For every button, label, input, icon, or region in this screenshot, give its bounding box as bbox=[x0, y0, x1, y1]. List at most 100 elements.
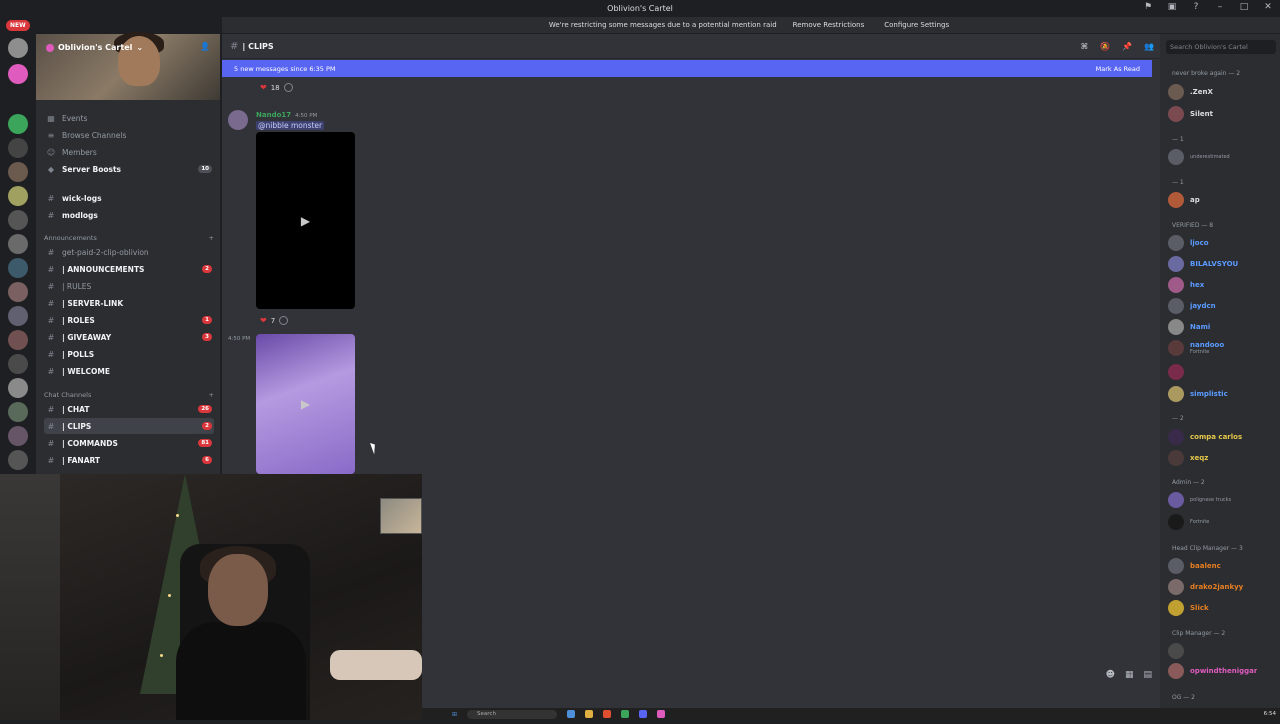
member-item[interactable]: ljoco bbox=[1168, 233, 1278, 253]
channel-rules[interactable]: # | RULES bbox=[44, 278, 214, 294]
server-icon[interactable] bbox=[8, 162, 28, 182]
member-item[interactable]: ap bbox=[1168, 190, 1278, 210]
browser-icon[interactable] bbox=[603, 710, 612, 718]
server-icon[interactable] bbox=[8, 258, 28, 278]
message-author[interactable]: Nando17 4:50 PM bbox=[256, 111, 317, 119]
channel-modlogs[interactable]: # modlogs bbox=[44, 207, 214, 223]
screen-icon[interactable]: ▣ bbox=[1166, 2, 1178, 12]
user-mention[interactable]: @nibble monster bbox=[256, 121, 325, 130]
events-item[interactable]: ▦ Events bbox=[44, 110, 214, 126]
channel-wick-logs[interactable]: # wick-logs bbox=[44, 190, 214, 206]
start-icon[interactable]: ⊞ bbox=[452, 711, 457, 718]
server-icon[interactable] bbox=[8, 64, 28, 84]
maximize-icon[interactable]: □ bbox=[1238, 2, 1250, 12]
video-attachment[interactable]: ▶ bbox=[256, 334, 355, 474]
member-item[interactable]: Nami bbox=[1168, 317, 1278, 337]
server-icon[interactable] bbox=[8, 138, 28, 158]
add-reaction-icon[interactable] bbox=[279, 316, 289, 325]
search-input[interactable]: Search Oblivion's Cartel bbox=[1166, 40, 1276, 54]
play-icon[interactable]: ▶ bbox=[301, 214, 310, 228]
channel-chat[interactable]: # | CHAT 26 bbox=[44, 401, 214, 417]
minimize-icon[interactable]: – bbox=[1214, 2, 1226, 12]
gif-icon[interactable]: ▦ bbox=[1125, 670, 1134, 680]
member-item[interactable]: Slick bbox=[1168, 598, 1278, 618]
member-list-icon[interactable]: 👥 bbox=[1144, 42, 1154, 51]
member-item[interactable]: hex bbox=[1168, 275, 1278, 295]
server-icon[interactable] bbox=[8, 282, 28, 302]
member-item[interactable]: xeqz bbox=[1168, 448, 1278, 468]
member-item[interactable] bbox=[1168, 641, 1278, 661]
member-item[interactable]: baalenc bbox=[1168, 556, 1278, 576]
member-item[interactable]: polignese trucks bbox=[1168, 490, 1278, 510]
channel-roles[interactable]: # | ROLES 1 bbox=[44, 312, 214, 328]
server-icon[interactable] bbox=[8, 114, 28, 134]
member-item[interactable]: jaydcn bbox=[1168, 296, 1278, 316]
server-icon[interactable] bbox=[8, 378, 28, 398]
member-item[interactable]: compa carlos bbox=[1168, 427, 1278, 447]
help-icon[interactable]: ? bbox=[1190, 2, 1202, 12]
mute-icon[interactable]: 🔕 bbox=[1100, 42, 1110, 51]
channel-clips[interactable]: # | CLIPS 2 bbox=[44, 418, 214, 434]
add-channel-icon[interactable]: + bbox=[209, 391, 214, 399]
channel-get-paid[interactable]: # get-paid-2-clip-oblivion bbox=[44, 244, 214, 260]
discord-icon[interactable] bbox=[639, 710, 648, 718]
threads-icon[interactable]: ⌘ bbox=[1081, 42, 1088, 51]
invite-icon[interactable]: 👤 bbox=[200, 42, 210, 51]
server-icon[interactable] bbox=[8, 210, 28, 230]
member-item[interactable]: Fortnite bbox=[1168, 512, 1278, 532]
app-icon[interactable] bbox=[567, 710, 576, 718]
server-icon[interactable] bbox=[8, 450, 28, 470]
new-messages-bar[interactable]: 5 new messages since 6:35 PM Mark As Rea… bbox=[222, 60, 1152, 77]
add-channel-icon[interactable]: + bbox=[209, 234, 214, 242]
server-icon[interactable] bbox=[8, 186, 28, 206]
avatar[interactable] bbox=[228, 110, 248, 130]
play-icon[interactable]: ▶ bbox=[301, 397, 310, 411]
member-item[interactable]: .ZenX bbox=[1168, 82, 1278, 102]
mark-as-read-button[interactable]: Mark As Read bbox=[1096, 65, 1140, 73]
server-icon[interactable] bbox=[8, 234, 28, 254]
spotify-icon[interactable] bbox=[621, 710, 630, 718]
category-announcements[interactable]: Announcements + bbox=[44, 234, 214, 242]
channel-welcome[interactable]: # | WELCOME bbox=[44, 363, 214, 379]
gift-icon[interactable]: ☻ bbox=[1106, 670, 1115, 680]
server-icon[interactable] bbox=[8, 426, 28, 446]
reaction[interactable]: ❤ 18 bbox=[260, 83, 293, 92]
server-icon[interactable] bbox=[8, 38, 28, 58]
channel-announcements[interactable]: # | ANNOUNCEMENTS 2 bbox=[44, 261, 214, 277]
taskbar-search[interactable]: Search bbox=[467, 709, 558, 719]
member-item[interactable]: BILALVSYOU bbox=[1168, 254, 1278, 274]
video-attachment[interactable]: ▶ bbox=[256, 132, 355, 309]
channel-fanart[interactable]: # | FANART 6 bbox=[44, 452, 214, 468]
browse-channels-item[interactable]: ≡ Browse Channels bbox=[44, 127, 214, 143]
emoji-icon[interactable]: ▤ bbox=[1143, 670, 1152, 680]
category-chat[interactable]: Chat Channels + bbox=[44, 391, 214, 399]
member-item[interactable]: simplistic bbox=[1168, 384, 1278, 404]
server-icon[interactable] bbox=[8, 306, 28, 326]
remove-restrictions-button[interactable]: Remove Restrictions bbox=[789, 20, 869, 30]
channel-giveaway[interactable]: # | GIVEAWAY 3 bbox=[44, 329, 214, 345]
member-item[interactable]: opwindtheniggar bbox=[1168, 661, 1278, 681]
inbox-icon[interactable]: ⚑ bbox=[1142, 2, 1154, 12]
reaction[interactable]: ❤ 7 bbox=[260, 316, 289, 325]
member-item[interactable] bbox=[1168, 362, 1278, 382]
member-item[interactable]: nandooo Fortnite bbox=[1168, 338, 1278, 358]
new-badge[interactable]: NEW bbox=[6, 20, 30, 31]
members-item[interactable]: ☺ Members bbox=[44, 144, 214, 160]
channel-polls[interactable]: # | POLLS bbox=[44, 346, 214, 362]
configure-settings-button[interactable]: Configure Settings bbox=[880, 20, 953, 30]
channel-server-link[interactable]: # | SERVER-LINK bbox=[44, 295, 214, 311]
server-icon[interactable] bbox=[8, 330, 28, 350]
add-reaction-icon[interactable] bbox=[283, 83, 293, 92]
channel-commands[interactable]: # | COMMANDS 81 bbox=[44, 435, 214, 451]
server-name-button[interactable]: Oblivion's Cartel ⌄ bbox=[46, 43, 143, 52]
server-icon[interactable] bbox=[8, 402, 28, 422]
close-icon[interactable]: ✕ bbox=[1262, 2, 1274, 12]
member-item[interactable]: drako2jankyy bbox=[1168, 577, 1278, 597]
folder-icon[interactable] bbox=[585, 710, 594, 718]
member-item[interactable]: underestimated bbox=[1168, 147, 1278, 167]
app-icon[interactable] bbox=[657, 710, 666, 718]
pin-icon[interactable]: 📌 bbox=[1122, 42, 1132, 51]
server-boosts-item[interactable]: ◆ Server Boosts 10 bbox=[44, 161, 214, 177]
member-item[interactable]: Silent bbox=[1168, 104, 1278, 124]
server-icon[interactable] bbox=[8, 354, 28, 374]
